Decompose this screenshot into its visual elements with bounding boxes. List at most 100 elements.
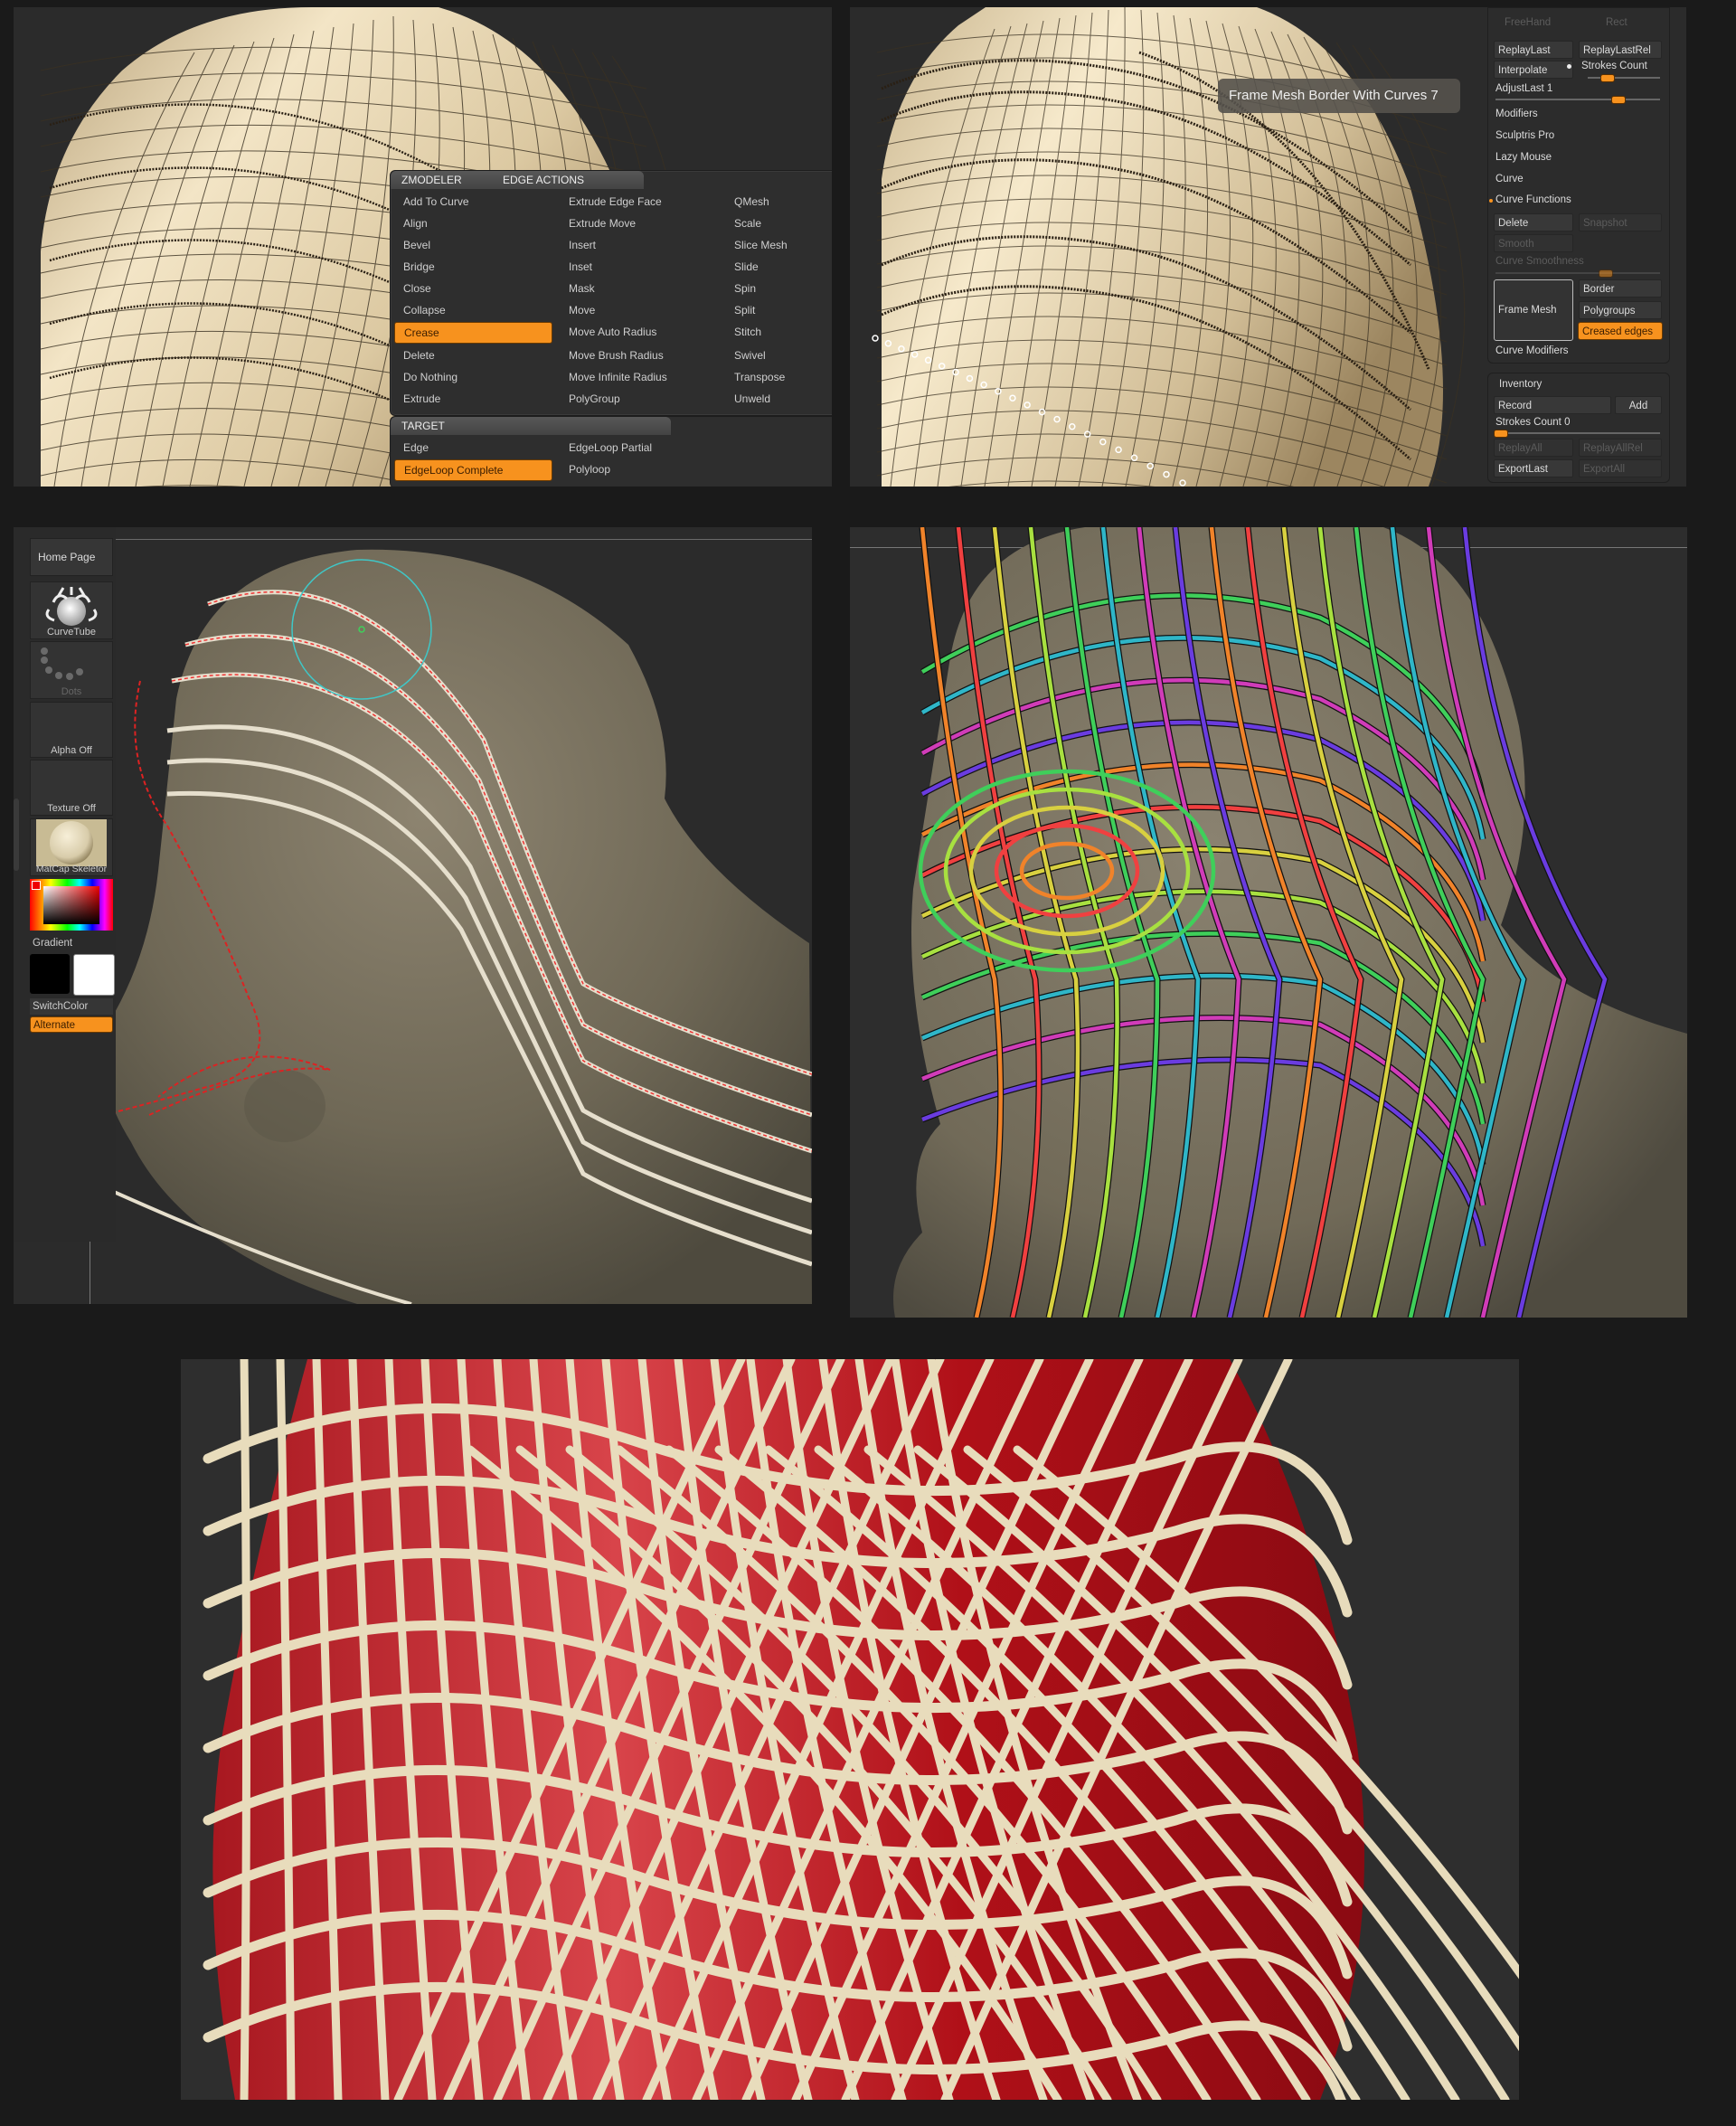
curve-modifiers-section[interactable]: Curve Modifiers (1495, 345, 1569, 356)
edge-action-crease[interactable]: Crease (394, 322, 552, 344)
stroke-selector[interactable]: Dots (30, 641, 113, 699)
delete-curve-button[interactable]: Delete (1494, 213, 1573, 231)
edge-action-move-infinite-radius[interactable]: Move Infinite Radius (560, 366, 718, 388)
brush-selector[interactable]: CurveTube (30, 581, 113, 639)
edge-action-swivel[interactable]: Swivel (725, 345, 832, 366)
target-polyloop[interactable]: Polyloop (560, 458, 718, 480)
edge-action-transpose[interactable]: Transpose (725, 366, 832, 388)
color-picker-hue-ring[interactable] (30, 879, 113, 931)
strokes-count-slider-handle[interactable] (1600, 74, 1615, 82)
edge-action-move[interactable]: Move (560, 299, 718, 321)
target-edgeloop-complete[interactable]: EdgeLoop Complete (394, 459, 552, 481)
polygroups-toggle[interactable]: Polygroups (1579, 301, 1662, 319)
alpha-selector[interactable]: Alpha Off (30, 702, 113, 758)
viewport-tube-result[interactable] (181, 1359, 1519, 2100)
adjust-last-slider[interactable] (1495, 99, 1660, 100)
edge-action-scale[interactable]: Scale (725, 213, 832, 234)
edge-action-slide[interactable]: Slide (725, 256, 832, 278)
modifiers-section[interactable]: Modifiers (1495, 109, 1538, 119)
zmodeler-edge-actions-menu: ZMODELER EDGE ACTIONS Add To Curve Extrud… (390, 170, 832, 416)
edge-action-mask[interactable]: Mask (560, 278, 718, 299)
add-button[interactable]: Add (1615, 396, 1662, 414)
edge-action-extrude[interactable]: Extrude (394, 388, 552, 410)
inventory-strokes-count-slider[interactable] (1495, 432, 1660, 434)
edge-actions-list: Add To Curve Extrude Edge Face QMesh Align E… (391, 189, 832, 415)
material-name: MatCap Skeletor (35, 864, 108, 874)
interpolate-toggle[interactable]: Interpolate (1494, 61, 1573, 79)
edge-action-align[interactable]: Align (394, 213, 552, 234)
edge-action-delete[interactable]: Delete (394, 345, 552, 366)
edge-action-split[interactable]: Split (725, 299, 832, 321)
strokes-count-slider[interactable] (1588, 77, 1660, 79)
edge-action-unweld[interactable]: Unweld (725, 388, 832, 410)
creased-edges-toggle[interactable]: Creased edges (1578, 322, 1663, 340)
edge-action-add-to-curve[interactable]: Add To Curve (394, 191, 552, 213)
lazy-mouse-section[interactable]: Lazy Mouse (1495, 152, 1552, 163)
replay-last-rel-button[interactable]: ReplayLastRel (1579, 41, 1662, 59)
replay-last-button[interactable]: ReplayLast (1494, 41, 1573, 59)
export-all-button[interactable]: ExportAll (1579, 459, 1662, 477)
edge-action-move-auto-radius[interactable]: Move Auto Radius (560, 321, 718, 343)
alternate-toggle[interactable]: Alternate (30, 1016, 113, 1033)
edge-action-spin[interactable]: Spin (725, 278, 832, 299)
target-edge[interactable]: Edge (394, 437, 552, 458)
replay-all-rel-button[interactable]: ReplayAllRel (1579, 439, 1662, 457)
edge-action-insert[interactable]: Insert (560, 234, 718, 256)
edge-action-inset[interactable]: Inset (560, 256, 718, 278)
red-head-with-curvetubes-render (203, 1359, 1519, 2100)
viewport-zmodeler[interactable]: ZMODELER EDGE ACTIONS Add To Curve Extrud… (14, 7, 832, 487)
texture-selector[interactable]: Texture Off (30, 760, 113, 816)
rect-stroke[interactable]: Rect (1606, 17, 1628, 28)
inventory-strokes-count-handle[interactable] (1494, 430, 1508, 438)
smooth-button[interactable]: Smooth (1494, 234, 1573, 252)
record-button[interactable]: Record (1494, 396, 1611, 414)
edge-action-bridge[interactable]: Bridge (394, 256, 552, 278)
edge-action-do-nothing[interactable]: Do Nothing (394, 366, 552, 388)
color-picker-sv-square[interactable] (43, 886, 99, 924)
border-toggle[interactable]: Border (1579, 279, 1662, 298)
edge-action-slice-mesh[interactable]: Slice Mesh (725, 234, 832, 256)
current-color-marker-icon (32, 881, 41, 890)
tray-scrollbar[interactable] (14, 798, 19, 871)
viewport-frame-mesh[interactable]: Frame Mesh Border With Curves 7 FreeHand… (850, 7, 1686, 487)
edge-action-move-brush-radius[interactable]: Move Brush Radius (560, 345, 718, 366)
inventory-strokes-count-label: Strokes Count 0 (1495, 417, 1571, 428)
viewport-curvetube[interactable]: Home Page CurveTube Dots Alpha Off Textu… (14, 527, 812, 1304)
alpha-name: Alpha Off (51, 745, 92, 756)
material-selector[interactable]: MatCap Skeletor (30, 818, 113, 876)
edge-action-polygroup[interactable]: PolyGroup (560, 388, 718, 410)
edge-action-extrude-edge-face[interactable]: Extrude Edge Face (560, 191, 718, 213)
curve-smoothness-slider-handle[interactable] (1599, 269, 1613, 278)
edge-action-qmesh[interactable]: QMesh (725, 191, 832, 213)
active-section-dot-icon (1489, 199, 1493, 203)
edge-action-stitch[interactable]: Stitch (725, 321, 832, 343)
edge-action-collapse[interactable]: Collapse (394, 299, 552, 321)
viewport-colored-curves[interactable] (850, 527, 1687, 1318)
edge-action-extrude-move[interactable]: Extrude Move (560, 213, 718, 234)
home-page-button[interactable]: Home Page (30, 538, 113, 576)
zmodeler-title: ZMODELER (401, 174, 462, 186)
gradient-label[interactable]: Gradient (30, 935, 113, 951)
curve-functions-section[interactable]: Curve Functions (1495, 194, 1571, 205)
inventory-title[interactable]: Inventory (1499, 379, 1542, 390)
edge-action-close[interactable]: Close (394, 278, 552, 299)
main-color-swatch[interactable] (30, 954, 70, 994)
adjust-last-slider-handle[interactable] (1611, 96, 1626, 104)
adjust-last-label: AdjustLast 1 (1495, 83, 1553, 94)
edge-action-bevel[interactable]: Bevel (394, 234, 552, 256)
frame-mesh-button[interactable]: Frame Mesh (1494, 279, 1573, 341)
curve-section[interactable]: Curve (1495, 174, 1524, 184)
curve-tube-vertical (240, 1359, 250, 2100)
replay-all-button[interactable]: ReplayAll (1494, 439, 1573, 457)
snapshot-button[interactable]: Snapshot (1579, 213, 1662, 231)
target-edgeloop-partial[interactable]: EdgeLoop Partial (560, 437, 718, 458)
switch-color-button[interactable]: SwitchColor (30, 998, 113, 1015)
secondary-color-swatch[interactable] (73, 954, 115, 996)
freehand-stroke[interactable]: FreeHand (1505, 17, 1551, 28)
frame-mesh-tooltip: Frame Mesh Border With Curves 7 (1218, 79, 1460, 113)
curve-point[interactable] (872, 335, 879, 342)
sculptris-pro-section[interactable]: Sculptris Pro (1495, 130, 1554, 141)
nose-shape (244, 1070, 326, 1142)
curve-smoothness-slider[interactable] (1495, 272, 1660, 274)
export-last-button[interactable]: ExportLast (1494, 459, 1573, 477)
